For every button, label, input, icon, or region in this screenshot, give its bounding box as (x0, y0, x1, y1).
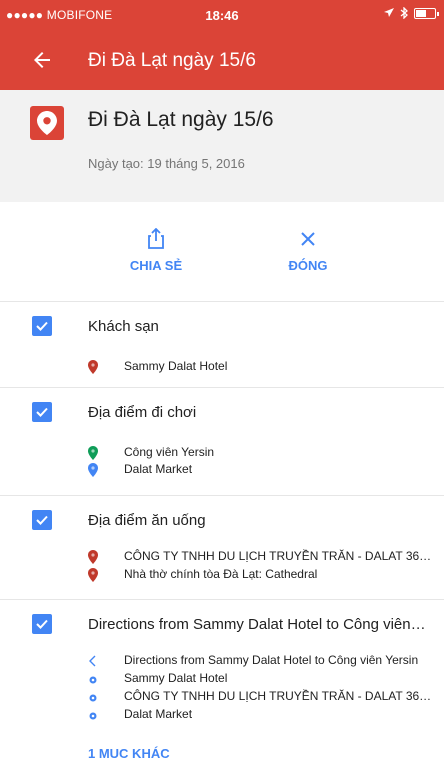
map-icon-box (30, 106, 64, 140)
list-item-label: Nhà thờ chính tòa Đà Lạt: Cathedral (124, 567, 318, 581)
layer-checkbox[interactable] (32, 316, 52, 336)
list-item-label: CÔNG TY TNHH DU LỊCH TRUYỀN TRĂN - DALAT… (124, 549, 436, 563)
action-bar: CHIA SẺ ĐÓNG (0, 202, 444, 302)
layer-section: Khách sạn Sammy Dalat Hotel (0, 302, 444, 388)
map-marker-icon (88, 463, 98, 477)
list-item-label: Directions from Sammy Dalat Hotel to Côn… (124, 653, 419, 667)
layer-checkbox[interactable] (32, 614, 52, 634)
layer-title: Địa điểm ăn uống (88, 512, 206, 529)
close-icon (301, 232, 315, 246)
list-item[interactable]: Nhà thờ chính tòa Đà Lạt: Cathedral (0, 566, 444, 584)
map-marker-icon (88, 360, 98, 374)
layer-checkbox[interactable] (32, 402, 52, 422)
more-items-link[interactable]: 1 MỤC KHÁC (88, 746, 170, 758)
list-item[interactable]: CÔNG TY TNHH DU LỊCH TRUYỀN TRĂN - DALAT… (0, 688, 444, 706)
layer-section: Địa điểm ăn uống CÔNG TY TNHH DU LỊCH TR… (0, 496, 444, 600)
close-button[interactable]: ĐÓNG (248, 228, 368, 273)
battery-icon (414, 7, 439, 19)
list-item-label: Sammy Dalat Hotel (124, 359, 228, 373)
layer-title: Directions from Sammy Dalat Hotel to Côn… (88, 616, 428, 633)
status-bar: ●●●●● MOBIFONE 18:46 (0, 0, 444, 30)
check-icon (36, 321, 48, 331)
list-item[interactable]: Công viên Yersin (0, 444, 444, 462)
created-date: Ngày tạo: 19 tháng 5, 2016 (88, 156, 245, 171)
bluetooth-icon (400, 7, 408, 19)
map-dot-icon (88, 672, 98, 686)
map-marker-icon (88, 446, 98, 460)
list-item[interactable]: Directions from Sammy Dalat Hotel to Côn… (0, 652, 444, 670)
status-time: 18:46 (205, 8, 239, 23)
layer-section: Directions from Sammy Dalat Hotel to Côn… (0, 600, 444, 758)
route-icon (88, 654, 98, 668)
app-bar: Đi Đà Lạt ngày 15/6 (0, 30, 444, 90)
app-bar-title: Đi Đà Lạt ngày 15/6 (88, 50, 256, 71)
layer-title: Khách sạn (88, 318, 159, 335)
map-marker-icon (88, 550, 98, 564)
layer-section: Địa điểm đi chơi Công viên Yersin Dalat … (0, 388, 444, 496)
location-arrow-icon (384, 8, 394, 17)
map-title: Đi Đà Lạt ngày 15/6 (88, 108, 274, 131)
list-item[interactable]: Sammy Dalat Hotel (0, 670, 444, 688)
map-dot-icon (88, 708, 98, 722)
layer-checkbox[interactable] (32, 510, 52, 530)
check-icon (36, 407, 48, 417)
list-item[interactable]: Dalat Market (0, 461, 444, 479)
list-item-label: CÔNG TY TNHH DU LỊCH TRUYỀN TRĂN - DALAT… (124, 689, 436, 703)
check-icon (36, 515, 48, 525)
share-label: CHIA SẺ (129, 258, 183, 273)
back-arrow-icon[interactable] (30, 48, 54, 72)
list-item-label: Dalat Market (124, 707, 193, 721)
list-item[interactable]: Dalat Market (0, 706, 444, 724)
list-item-label: Công viên Yersin (124, 445, 215, 459)
battery-fill (416, 9, 426, 17)
map-dot-icon (88, 690, 98, 704)
layer-title: Địa điểm đi chơi (88, 404, 197, 421)
map-header: Đi Đà Lạt ngày 15/6 Ngày tạo: 19 tháng 5… (0, 90, 444, 202)
map-marker-icon (88, 568, 98, 582)
list-item[interactable]: Sammy Dalat Hotel (0, 358, 444, 376)
close-label: ĐÓNG (288, 258, 328, 273)
list-item-label: Dalat Market (124, 462, 193, 476)
share-button[interactable]: CHIA SẺ (96, 228, 216, 273)
list-item-label: Sammy Dalat Hotel (124, 671, 228, 685)
share-icon (148, 228, 164, 249)
map-pin-icon (37, 111, 57, 135)
check-icon (36, 619, 48, 629)
list-item[interactable]: CÔNG TY TNHH DU LỊCH TRUYỀN TRĂN - DALAT… (0, 548, 444, 566)
